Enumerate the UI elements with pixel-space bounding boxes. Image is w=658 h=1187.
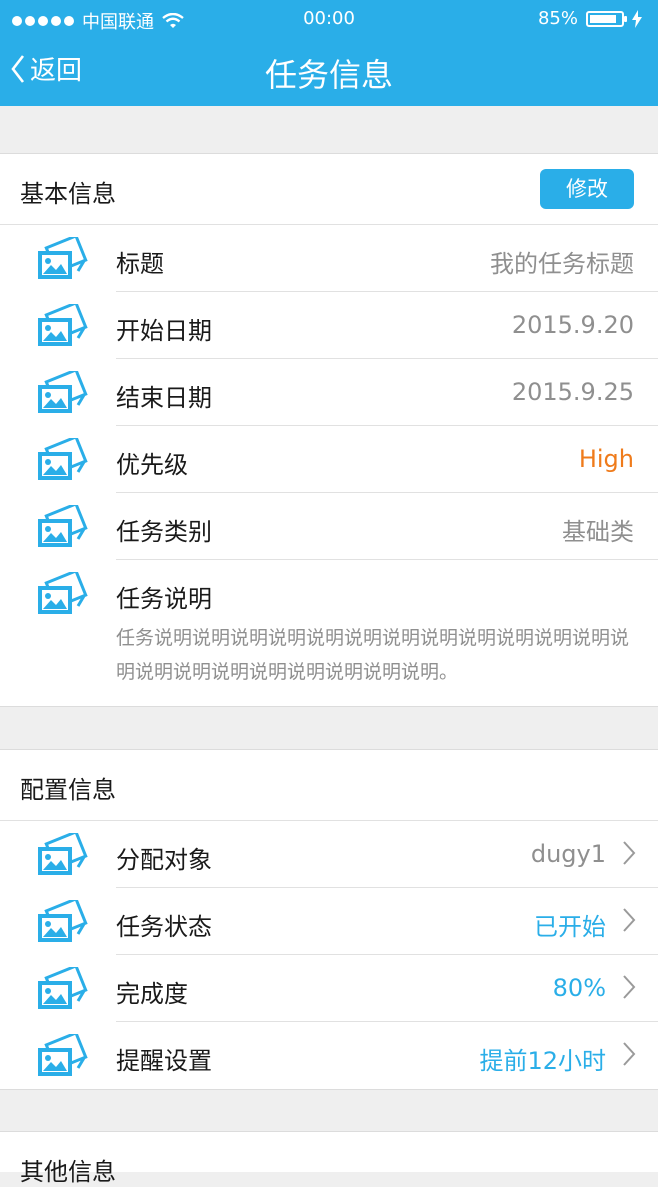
row-end-date: 结束日期 2015.9.25 [0,359,658,426]
progress-value: 80% [552,974,606,1002]
chevron-right-icon [623,1042,636,1066]
image-icon [38,572,88,614]
row-category: 任务类别 基础类 [0,493,658,560]
row-value: 基础类 [562,518,634,546]
image-icon [38,371,88,413]
image-icon [38,967,88,1009]
row-label: 完成度 [116,980,188,1008]
row-progress[interactable]: 完成度 80% [0,955,658,1022]
image-icon [38,304,88,346]
basic-info-title: 基本信息 [20,180,116,208]
image-icon [38,1034,88,1076]
status-value: 已开始 [534,913,606,941]
other-info-title: 其他信息 [20,1158,116,1186]
basic-info-section: 基本信息 修改 标题 我的任务标题 开始日期 2015.9.20 结束日期 20… [0,153,658,707]
row-description: 任务说明 任务说明说明说明说明说明说明说明说明说明说明说明说明说明说明说明说明说… [0,560,658,706]
status-bar: 中国联通 00:00 85% [0,8,658,33]
reminder-value: 提前12小时 [479,1047,606,1075]
bolt-icon [632,9,642,28]
row-title: 标题 我的任务标题 [0,225,658,292]
navigation-bar: 返回 任务信息 [0,36,658,102]
image-icon [38,900,88,942]
row-value: 2015.9.25 [511,378,634,406]
assignee-value: dugy1 [530,840,606,868]
row-label: 任务类别 [116,518,212,546]
description-label: 任务说明 [116,585,212,613]
row-label: 任务状态 [116,913,212,941]
image-icon [38,438,88,480]
description-text: 任务说明说明说明说明说明说明说明说明说明说明说明说明说明说明说明说明说明说明说明… [116,627,630,683]
row-label: 分配对象 [116,846,212,874]
basic-info-header: 基本信息 修改 [0,154,658,225]
row-priority: 优先级 High [0,426,658,493]
row-label: 开始日期 [116,317,212,345]
row-value: 我的任务标题 [490,250,634,278]
row-label: 提醒设置 [116,1047,212,1075]
row-start-date: 开始日期 2015.9.20 [0,292,658,359]
edit-button[interactable]: 修改 [540,169,634,209]
image-icon [38,505,88,547]
row-status[interactable]: 任务状态 已开始 [0,888,658,955]
image-icon [38,237,88,279]
battery-percent: 85% [537,8,578,29]
other-info-section: 其他信息 [0,1131,658,1186]
row-label: 优先级 [116,451,188,479]
row-value: 2015.9.20 [511,311,634,339]
config-info-section: 配置信息 分配对象 dugy1 任务状态 已开始 完成度 80% 提醒设置 提前… [0,749,658,1090]
page-title: 任务信息 [264,56,393,94]
row-assignee[interactable]: 分配对象 dugy1 [0,821,658,888]
row-label: 标题 [116,250,164,278]
chevron-right-icon [623,841,636,865]
top-bar: 中国联通 00:00 85% 返回 任务信息 [0,0,658,106]
config-info-header: 配置信息 [0,750,658,821]
row-reminder[interactable]: 提醒设置 提前12小时 [0,1022,658,1089]
priority-value: High [578,445,634,473]
image-icon [38,833,88,875]
row-label: 结束日期 [116,384,212,412]
config-info-title: 配置信息 [20,776,116,804]
chevron-right-icon [623,975,636,999]
chevron-right-icon [623,908,636,932]
battery-icon [586,10,627,27]
